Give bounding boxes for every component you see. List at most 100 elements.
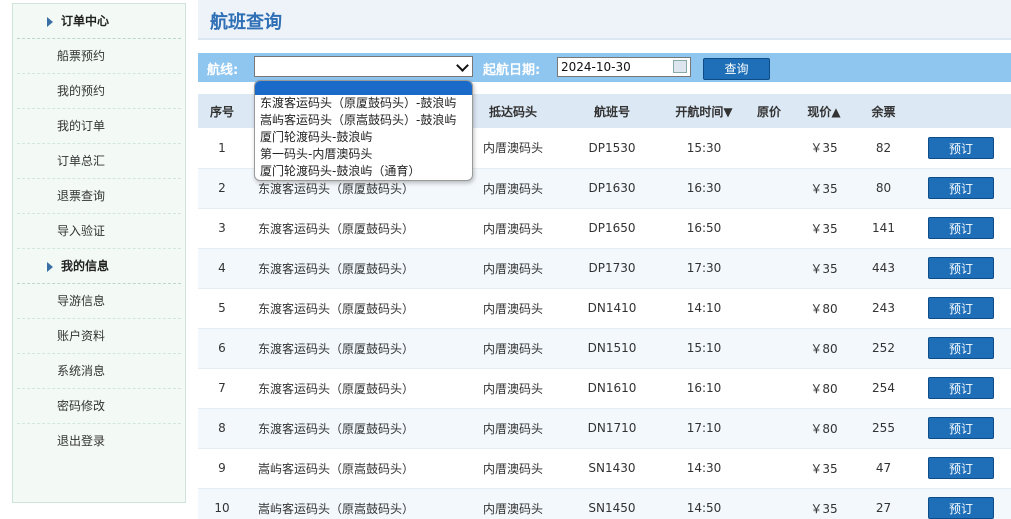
dropdown-option[interactable]: 厦门轮渡码头-鼓浪屿（通育）	[255, 163, 472, 180]
sidebar-item-ticket-booking[interactable]: 船票预约	[17, 39, 181, 74]
cell-remaining: 255	[856, 408, 911, 449]
sidebar-item-system-messages[interactable]: 系统消息	[17, 354, 181, 389]
dropdown-option-highlighted[interactable]	[255, 81, 472, 95]
cell-no: 2	[198, 168, 246, 209]
cell-original-price	[746, 368, 792, 409]
cell-flight: DP1630	[562, 168, 662, 209]
cell-action: 预订	[911, 168, 1011, 209]
cell-original-price	[746, 208, 792, 249]
chevron-down-icon	[456, 59, 469, 72]
book-button[interactable]: 预订	[928, 297, 994, 319]
sidebar-item-change-password[interactable]: 密码修改	[17, 389, 181, 424]
book-button[interactable]: 预订	[928, 177, 994, 199]
cell-time: 14:30	[662, 448, 746, 489]
col-header-action	[911, 94, 1011, 128]
sidebar-item-logout[interactable]: 退出登录	[17, 424, 181, 459]
cell-remaining: 141	[856, 208, 911, 249]
cell-action: 预订	[911, 488, 1011, 519]
cell-no: 3	[198, 208, 246, 249]
table-row: 6 东渡客运码头（原厦鼓码头） 内厝澳码头 DN1510 15:10 ￥80 252 预订	[198, 328, 1011, 369]
sidebar-item-my-orders[interactable]: 我的订单	[17, 109, 181, 144]
sidebar-item-account-profile[interactable]: 账户资料	[17, 319, 181, 354]
table-row: 5 东渡客运码头（原厦鼓码头） 内厝澳码头 DN1410 14:10 ￥80 243 预订	[198, 288, 1011, 329]
cell-arrival: 内厝澳码头	[464, 448, 562, 489]
cell-departure: 嵩屿客运码头（原嵩鼓码头）	[246, 448, 464, 489]
cell-action: 预订	[911, 368, 1011, 409]
date-label: 起航日期:	[483, 63, 541, 78]
book-button[interactable]: 预订	[928, 257, 994, 279]
cell-arrival: 内厝澳码头	[464, 248, 562, 289]
dropdown-option[interactable]: 嵩屿客运码头（原嵩鼓码头）-鼓浪屿	[255, 112, 472, 129]
cell-arrival: 内厝澳码头	[464, 408, 562, 449]
cell-current-price: ￥35	[792, 448, 856, 489]
cell-departure: 东渡客运码头（原厦鼓码头）	[246, 328, 464, 369]
col-header-original-price: 原价	[756, 104, 781, 119]
cell-action: 预订	[911, 128, 1011, 169]
book-button[interactable]: 预订	[928, 377, 994, 399]
book-button[interactable]: 预订	[928, 136, 994, 159]
cell-remaining: 82	[856, 128, 911, 169]
cell-flight: DN1510	[562, 328, 662, 369]
cell-arrival: 内厝澳码头	[464, 208, 562, 249]
dropdown-option[interactable]: 第一码头-内厝澳码头	[255, 146, 472, 163]
book-button[interactable]: 预订	[928, 417, 994, 439]
cell-arrival: 内厝澳码头	[464, 368, 562, 409]
dropdown-option[interactable]: 东渡客运码头（原厦鼓码头）-鼓浪屿	[255, 95, 472, 112]
book-button[interactable]: 预订	[928, 337, 994, 359]
cell-time: 17:10	[662, 408, 746, 449]
cell-action: 预订	[911, 408, 1011, 449]
col-header-time-sort[interactable]: 开航时间▼	[662, 94, 746, 128]
cell-flight: DP1650	[562, 208, 662, 249]
cell-current-price: ￥35	[792, 248, 856, 289]
query-button[interactable]: 查询	[703, 58, 770, 80]
cell-flight: DP1730	[562, 248, 662, 289]
cell-original-price	[746, 328, 792, 369]
col-header-current-price-sort[interactable]: 现价▲	[792, 94, 856, 128]
sidebar-section-order-center[interactable]: 订单中心	[17, 4, 181, 39]
cell-no: 4	[198, 248, 246, 289]
cell-remaining: 27	[856, 488, 911, 519]
route-label: 航线:	[207, 63, 239, 78]
calendar-icon[interactable]	[673, 60, 687, 73]
cell-arrival: 内厝澳码头	[464, 168, 562, 209]
cell-action: 预订	[911, 208, 1011, 249]
sidebar-item-import-verify[interactable]: 导入验证	[17, 214, 181, 249]
cell-arrival: 内厝澳码头	[464, 328, 562, 369]
sidebar-item-my-bookings[interactable]: 我的预约	[17, 74, 181, 109]
cell-arrival: 内厝澳码头	[464, 128, 562, 169]
dropdown-option[interactable]: 厦门轮渡码头-鼓浪屿	[255, 129, 472, 146]
cell-current-price: ￥80	[792, 288, 856, 329]
date-value: 2024-10-30	[561, 60, 631, 74]
date-input[interactable]: 2024-10-30	[557, 57, 691, 77]
cell-time: 15:30	[662, 128, 746, 169]
table-row: 3 东渡客运码头（原厦鼓码头） 内厝澳码头 DP1650 16:50 ￥35 141 预订	[198, 208, 1011, 249]
cell-no: 1	[198, 128, 246, 169]
cell-no: 7	[198, 368, 246, 409]
table-row: 4 东渡客运码头（原厦鼓码头） 内厝澳码头 DP1730 17:30 ￥35 443 预订	[198, 248, 1011, 289]
sidebar-section-my-info[interactable]: 我的信息	[17, 249, 181, 284]
book-button[interactable]: 预订	[928, 497, 994, 519]
cell-departure: 东渡客运码头（原厦鼓码头）	[246, 408, 464, 449]
cell-current-price: ￥35	[792, 128, 856, 169]
sidebar-item-refund-query[interactable]: 退票查询	[17, 179, 181, 214]
sidebar-item-order-summary[interactable]: 订单总汇	[17, 144, 181, 179]
cell-remaining: 252	[856, 328, 911, 369]
col-header-arrival: 抵达码头	[488, 104, 537, 119]
table-row: 10 嵩屿客运码头（原嵩鼓码头） 内厝澳码头 SN1450 14:50 ￥35 27 预订	[198, 488, 1011, 519]
page-title: 航班查询	[210, 12, 282, 33]
cell-time: 17:30	[662, 248, 746, 289]
cell-original-price	[746, 168, 792, 209]
col-header-flight: 航班号	[593, 104, 630, 119]
sidebar-item-guide-info[interactable]: 导游信息	[17, 284, 181, 319]
cell-flight: SN1430	[562, 448, 662, 489]
cell-original-price	[746, 408, 792, 449]
route-select[interactable]	[254, 56, 473, 77]
table-row: 9 嵩屿客运码头（原嵩鼓码头） 内厝澳码头 SN1430 14:30 ￥35 47 预订	[198, 448, 1011, 489]
cell-remaining: 443	[856, 248, 911, 289]
book-button[interactable]: 预订	[928, 217, 994, 239]
triangle-right-icon	[47, 261, 53, 272]
cell-current-price: ￥35	[792, 168, 856, 209]
book-button[interactable]: 预订	[928, 457, 994, 479]
flight-table-body: 1 内厝澳码头 DP1530 15:30 ￥35 82 预订 2 东渡客运码头（原厦鼓码头） 内厝…	[198, 128, 1011, 519]
cell-action: 预订	[911, 448, 1011, 489]
